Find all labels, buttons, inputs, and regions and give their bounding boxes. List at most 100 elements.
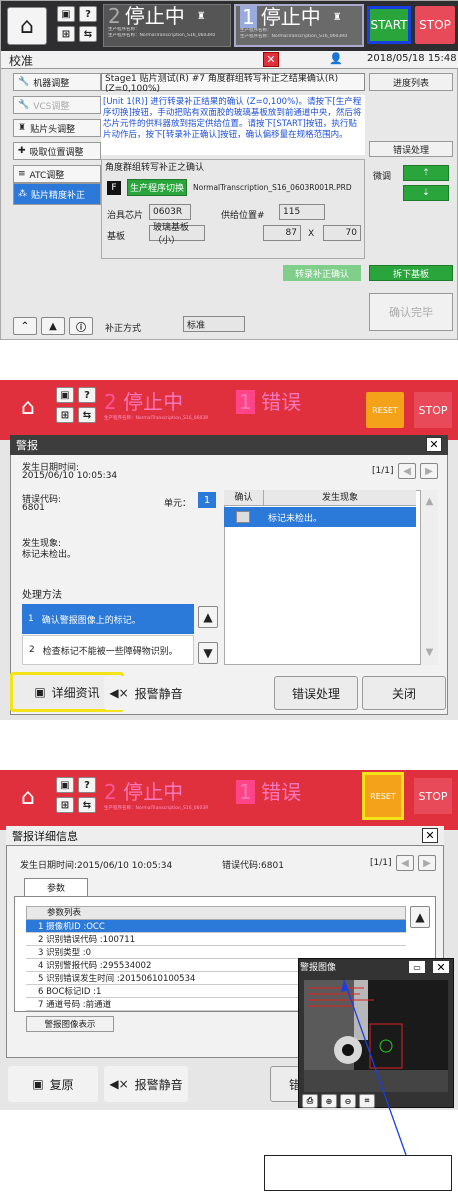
close-button[interactable]: 关闭 xyxy=(362,676,446,710)
save-image-icon[interactable]: ⎙ xyxy=(302,1094,318,1108)
nav-pickup-adjust[interactable]: ✚ 吸取位置调整 xyxy=(13,142,101,160)
callout-box xyxy=(264,1155,452,1191)
fit-icon[interactable]: ⌗ xyxy=(359,1094,375,1108)
image-toolbar: ⎙ ⊕ ⊖ ⌗ xyxy=(302,1094,375,1108)
head-icon: ♜ xyxy=(18,123,27,133)
network-icon[interactable]: ⊞ xyxy=(56,407,74,423)
nav-head-adjust[interactable]: ♜ 贴片头调整 xyxy=(13,119,101,137)
reset-button[interactable]: RESET xyxy=(362,772,404,820)
machine-icon[interactable]: ▣ xyxy=(56,387,74,403)
button-label: 复原 xyxy=(49,1077,74,1092)
method-item[interactable]: 1 确认警报图像上的标记。 xyxy=(22,604,194,634)
stop-button[interactable]: STOP xyxy=(414,778,452,814)
list-up-button[interactable]: ▲ xyxy=(410,906,430,928)
silence-alarm-button[interactable]: ◀× 报警静音 xyxy=(104,676,188,710)
nav-vcs-adjust[interactable]: 🔧 VCS调整 xyxy=(13,96,101,114)
stop-button[interactable]: STOP xyxy=(414,392,452,428)
table-header: 确认 发生现象 xyxy=(224,490,416,506)
zoom-in-icon[interactable]: ⊕ xyxy=(321,1094,337,1108)
network-icon[interactable]: ⊞ xyxy=(57,26,75,42)
help-button[interactable]: ? xyxy=(79,6,97,22)
lane1-status[interactable]: 1 错误 xyxy=(236,776,360,816)
nav-atc-adjust[interactable]: ≡ ATC调整 xyxy=(13,165,101,183)
list-item[interactable]: 1 摄像机ID :OCC xyxy=(26,920,406,933)
program-name: NormalTranscription_S16_0603R001R.PRD xyxy=(193,183,352,192)
scroll-down-icon[interactable]: ▼ xyxy=(421,647,438,658)
nav-accuracy-correction[interactable]: ⁂ 贴片精度补正 xyxy=(13,183,101,205)
maximize-icon[interactable]: ▭ xyxy=(408,960,426,974)
image-window-title: 警报图像 xyxy=(300,963,337,973)
info-icon[interactable]: ⓘ xyxy=(69,317,93,335)
prev-page-icon[interactable]: ◀ xyxy=(396,855,414,871)
lane2-status[interactable]: 2 停止中 ♜ 生产程序名称： 生产程序名称：NormalTranscription… xyxy=(103,4,231,47)
button-label: 报警静音 xyxy=(134,686,183,701)
close-icon[interactable]: ✕ xyxy=(432,960,450,974)
home-button[interactable]: ⌂ xyxy=(8,388,48,426)
silence-alarm-button[interactable]: ◀× 报警静音 xyxy=(104,1066,188,1102)
error-handling-button[interactable]: 错误处理 xyxy=(369,141,453,157)
method-item[interactable]: 2 检查标记不能被一些障碍物识别。 xyxy=(22,635,194,665)
confirm-complete-button[interactable]: 确认完毕 xyxy=(369,293,453,331)
lane-number: 1 xyxy=(236,780,255,804)
board-label: 基板 xyxy=(107,232,126,242)
transfer-icon[interactable]: ⇆ xyxy=(78,797,96,813)
tab-parameters[interactable]: 参数 xyxy=(24,878,88,896)
stop-button[interactable]: STOP xyxy=(415,6,455,44)
progress-list-button[interactable]: 进度列表 xyxy=(369,73,453,91)
home-button[interactable]: ⌂ xyxy=(7,7,47,45)
start-button[interactable]: START xyxy=(367,6,411,44)
close-icon[interactable]: ✕ xyxy=(263,52,279,67)
arrow-up-icon: ▲ xyxy=(415,910,425,924)
next-page-icon[interactable]: ▶ xyxy=(418,855,436,871)
restore-button[interactable]: ▣ 复原 xyxy=(8,1066,98,1102)
confirm-transfer-button[interactable]: 转录补正确认 xyxy=(283,265,361,281)
accuracy-icon: ⁂ xyxy=(18,189,27,199)
warning-icon[interactable]: ▲ xyxy=(41,317,65,335)
zoom-out-icon[interactable]: ⊖ xyxy=(340,1094,356,1108)
row-text: 标记未检出。 xyxy=(268,513,323,524)
transfer-icon[interactable]: ⇆ xyxy=(78,407,96,423)
chip-label: 治具芯片 xyxy=(107,211,144,221)
lane-status-text: 停止中 xyxy=(123,780,184,804)
nav-label: 贴片精度补正 xyxy=(31,190,86,201)
checkbox[interactable] xyxy=(236,511,250,523)
collapse-icon[interactable]: ⌃ xyxy=(13,317,37,335)
wrench-icon: 🔧 xyxy=(18,100,30,110)
camera-icon: ▣ xyxy=(32,1077,44,1091)
network-icon[interactable]: ⊞ xyxy=(56,797,74,813)
fine-tune-up-button[interactable]: ⇡ xyxy=(403,165,449,181)
nav-machine-adjust[interactable]: 🔧 机器调整 xyxy=(13,73,101,91)
prev-page-icon[interactable]: ◀ xyxy=(398,463,416,479)
error-handling-button[interactable]: 错误处理 xyxy=(274,676,358,710)
scrollbar[interactable]: ▲ ▼ xyxy=(420,490,438,665)
switch-program-button[interactable]: 生产程序切换 xyxy=(127,179,187,196)
method-up-button[interactable]: ▲ xyxy=(198,606,218,628)
lane1-status[interactable]: 1 停止中 ♜ 生产程序名称： 生产程序名称：NormalTranscription… xyxy=(234,4,364,47)
lane2-status[interactable]: 2 停止中 生产程序名称：NormalTranscription_S16_060… xyxy=(104,776,232,816)
method-text: 检查标记不能被一些障碍物识别。 xyxy=(42,646,178,657)
show-alarm-image-button[interactable]: 警报图像表示 xyxy=(26,1016,114,1032)
machine-icon[interactable]: ▣ xyxy=(56,777,74,793)
transfer-icon[interactable]: ⇆ xyxy=(79,26,97,42)
list-item[interactable]: 2 识别错误代码 :100711 xyxy=(26,933,406,946)
parameter-list-header: 参数列表 xyxy=(26,906,406,920)
lane2-status[interactable]: 2 停止中 生产程序名称：NormalTranscription_S16_060… xyxy=(104,386,232,426)
reset-button[interactable]: RESET xyxy=(366,392,404,428)
error-handling-button[interactable]: 错 xyxy=(270,1066,301,1102)
date-text: 发生日期时间:2015/06/10 10:05:34 xyxy=(20,861,173,871)
button-label: 详细资讯 xyxy=(51,685,100,700)
home-button[interactable]: ⌂ xyxy=(8,778,48,816)
close-icon[interactable]: ✕ xyxy=(426,437,442,452)
help-button[interactable]: ? xyxy=(78,387,96,403)
table-row[interactable]: 标记未检出。 xyxy=(224,507,416,527)
column-confirm: 确认 xyxy=(224,490,264,505)
next-page-icon[interactable]: ▶ xyxy=(420,463,438,479)
scroll-up-icon[interactable]: ▲ xyxy=(421,496,438,507)
remove-board-button[interactable]: 拆下基板 xyxy=(369,265,453,281)
method-down-button[interactable]: ▼ xyxy=(198,642,218,664)
close-icon[interactable]: ✕ xyxy=(422,828,438,843)
help-button[interactable]: ? xyxy=(78,777,96,793)
fine-tune-down-button[interactable]: ⇣ xyxy=(403,185,449,201)
machine-icon[interactable]: ▣ xyxy=(57,6,75,22)
lane1-status[interactable]: 1 错误 xyxy=(236,386,360,426)
